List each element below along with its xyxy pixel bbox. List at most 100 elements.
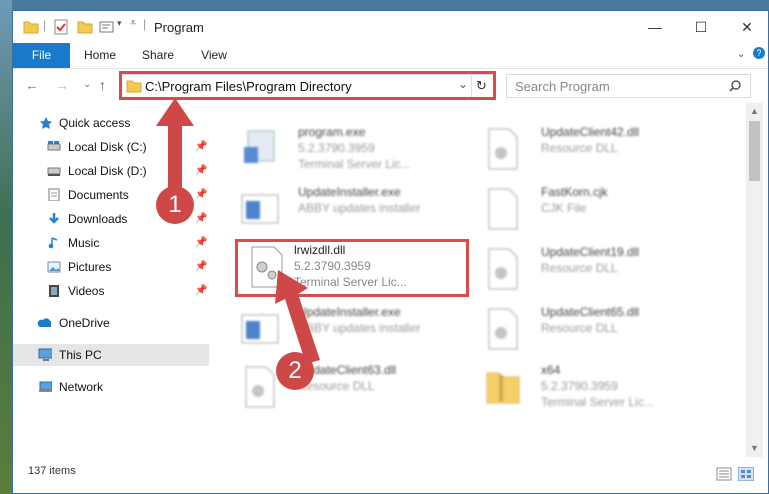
maximize-icon: ☐	[694, 18, 708, 35]
file-item[interactable]: UpdateInstaller.exe ABBY updates install…	[240, 183, 470, 239]
desktop-background	[0, 0, 12, 494]
large-icons-view-icon[interactable]	[738, 467, 754, 481]
customize-toolbar-chevron-icon[interactable]: ▾	[117, 18, 122, 34]
close-button[interactable]: ✕	[724, 11, 768, 43]
sidebar-item-label: Music	[68, 236, 100, 250]
drive-icon	[47, 167, 61, 176]
tab-file[interactable]: File	[13, 43, 70, 68]
close-icon: ✕	[741, 18, 753, 35]
file-detail: Resource DLL	[541, 261, 618, 275]
sidebar-item-label: Local Disk (D:)	[68, 164, 147, 178]
app-window-icon	[241, 194, 279, 224]
sidebar-item-videos[interactable]: Videos 📌	[13, 280, 209, 302]
sidebar-item-label: Network	[59, 380, 104, 394]
file-item[interactable]: x64 5.2.3790.3959 Terminal Server Lic...	[483, 361, 713, 417]
network-icon	[39, 381, 52, 392]
sidebar-item-this-pc[interactable]: This PC	[13, 344, 209, 366]
file-item[interactable]: program.exe 5.2.3790.3959 Terminal Serve…	[240, 123, 470, 179]
minimize-icon: —	[648, 19, 662, 35]
tab-home[interactable]: Home	[75, 43, 125, 68]
star-icon	[40, 117, 52, 129]
back-button[interactable]: ←	[25, 77, 39, 93]
folder-icon	[23, 21, 39, 34]
file-name: UpdateClient42.dll	[541, 125, 640, 139]
file-name: x64	[541, 363, 561, 377]
dll-icon	[488, 308, 518, 350]
sidebar-item-label: Videos	[68, 284, 105, 298]
search-icon[interactable]	[729, 80, 741, 92]
ribbon-tabs: File Home Share View ⌄ ?	[13, 43, 768, 69]
file-detail: Resource DLL	[541, 141, 618, 155]
sidebar-item-music[interactable]: Music 📌	[13, 232, 209, 254]
new-folder-icon[interactable]	[77, 19, 93, 35]
search-box[interactable]: Search Program	[506, 74, 751, 98]
file-detail: 5.2.3790.3959	[298, 141, 375, 155]
vertical-scrollbar[interactable]: ▲ ▼	[746, 103, 763, 457]
file-name: FastKorn.cjk	[541, 185, 608, 199]
sidebar-item-pictures[interactable]: Pictures 📌	[13, 256, 209, 278]
details-view-icon[interactable]	[716, 467, 732, 481]
pin-icon: 📌	[195, 285, 208, 296]
scroll-down-icon[interactable]: ▼	[750, 443, 759, 453]
drive-icon	[47, 141, 61, 151]
up-button[interactable]: ↑	[99, 77, 106, 93]
item-count: 137 items	[28, 465, 76, 477]
address-row: ← → ⌄ ↑ C:\Program Files\Program Directo…	[13, 69, 768, 103]
scroll-up-icon[interactable]: ▲	[750, 106, 759, 116]
pin-icon: 📌	[195, 213, 208, 224]
file-detail: 5.2.3790.3959	[541, 379, 618, 393]
expand-ribbon-icon[interactable]: ⌄	[737, 49, 745, 60]
file-detail: ABBY updates installer	[298, 201, 421, 215]
title-separator: |	[43, 18, 47, 32]
file-name: UpdateClient65.dll	[541, 305, 640, 319]
sidebar-item-network[interactable]: Network	[13, 376, 209, 398]
pictures-icon	[47, 261, 61, 273]
sidebar-item-label: OneDrive	[59, 316, 110, 330]
sidebar-item-label: This PC	[59, 348, 102, 362]
search-input[interactable]: Search Program	[515, 79, 610, 94]
sidebar-item-label: Pictures	[68, 260, 112, 274]
file-item[interactable]: UpdateClient19.dll Resource DLL	[483, 243, 713, 299]
file-item[interactable]: UpdateClient42.dll Resource DLL	[483, 123, 713, 179]
callout-badge-1: 1	[156, 186, 194, 224]
sidebar-item-label: Documents	[68, 188, 129, 202]
maximize-button[interactable]: ☐	[678, 11, 724, 43]
callout-badge-2: 2	[276, 352, 314, 390]
dll-icon	[488, 248, 518, 290]
file-name: program.exe	[298, 125, 366, 139]
scroll-thumb[interactable]	[749, 121, 760, 181]
properties-icon[interactable]	[53, 19, 69, 35]
status-bar: 137 items	[13, 457, 768, 493]
title-bar: | ▾ ⩡ | Program — ☐ ✕	[13, 11, 768, 43]
music-icon	[48, 237, 58, 249]
title-separator-2: |	[143, 17, 147, 31]
sidebar-item-label: Quick access	[59, 116, 131, 130]
folder-zip-icon	[486, 372, 520, 404]
file-item[interactable]: FastKorn.cjk CJK File	[483, 183, 713, 239]
documents-icon	[48, 188, 60, 201]
sidebar-item-onedrive[interactable]: OneDrive	[13, 312, 209, 334]
file-name: UpdateClient19.dll	[541, 245, 640, 259]
download-icon	[49, 213, 59, 224]
blank-file-icon	[488, 188, 518, 230]
file-item[interactable]: UpdateClient65.dll Resource DLL	[483, 303, 713, 359]
forward-button[interactable]: →	[55, 77, 69, 93]
videos-icon	[49, 285, 59, 297]
dll-icon	[488, 128, 518, 170]
quick-access-dropdown-icon[interactable]: ⩡	[130, 17, 136, 33]
file-detail: Terminal Server Lic...	[541, 395, 654, 409]
cloud-icon	[37, 318, 51, 327]
pin-icon: 📌	[195, 237, 208, 248]
help-icon[interactable]: ?	[753, 47, 765, 59]
rename-icon[interactable]	[99, 19, 115, 35]
installer-icon	[244, 130, 275, 163]
file-detail: CJK File	[541, 201, 587, 215]
minimize-button[interactable]: —	[632, 11, 678, 43]
tab-view[interactable]: View	[189, 43, 239, 68]
recent-locations-button[interactable]: ⌄	[83, 79, 91, 90]
explorer-window: | ▾ ⩡ | Program — ☐ ✕ File Home Share Vi…	[12, 10, 769, 494]
file-detail: Terminal Server Lic...	[298, 157, 411, 171]
file-detail: Resource DLL	[541, 321, 618, 335]
tab-share[interactable]: Share	[133, 43, 183, 68]
computer-icon	[38, 348, 52, 361]
